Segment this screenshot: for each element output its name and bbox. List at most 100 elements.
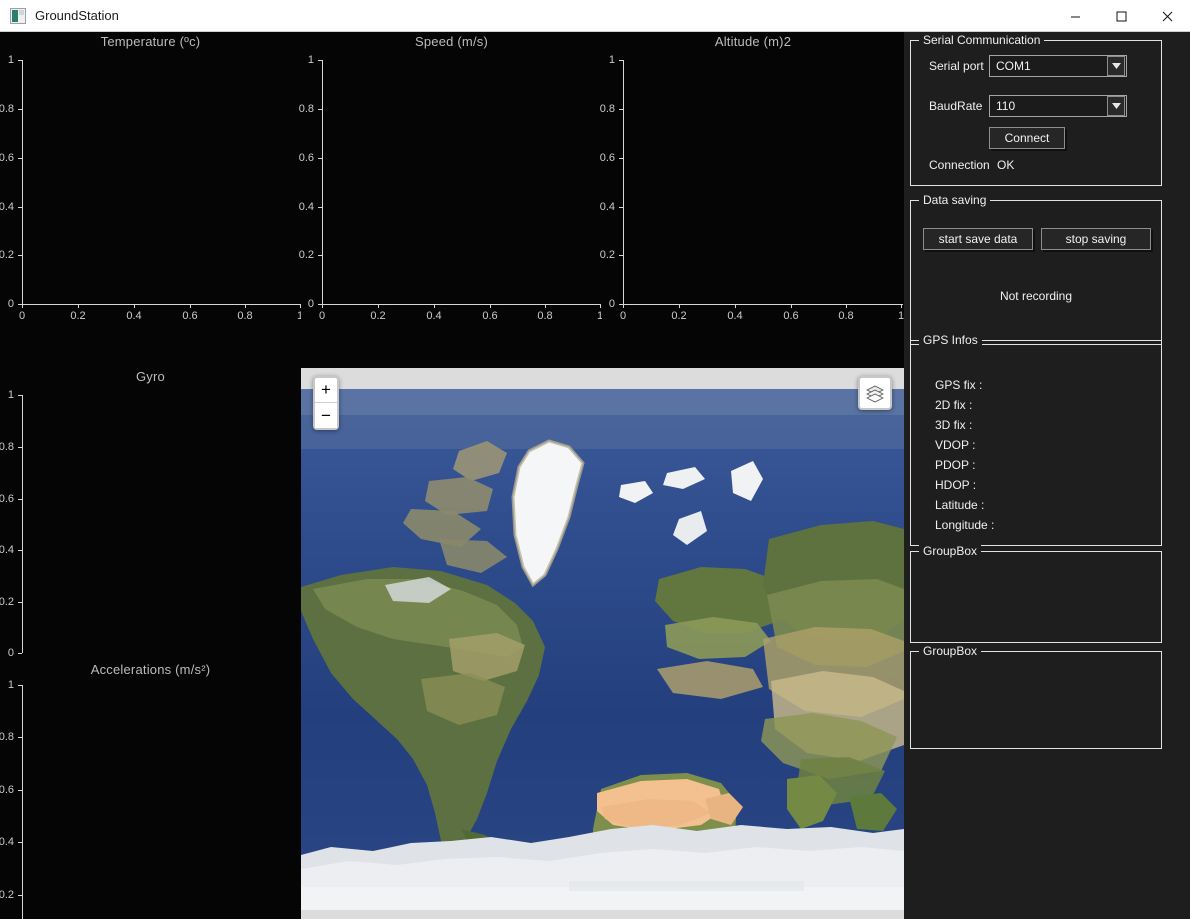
y-tick: 0.6	[0, 493, 14, 505]
y-tick: 1	[7, 389, 14, 401]
serial-port-select[interactable]: COM1	[989, 55, 1127, 77]
x-tick: 0.8	[537, 310, 553, 322]
plot-gyro: Gyro 1 0.8 0.6 0.4 0.2 0	[0, 367, 301, 659]
close-icon[interactable]	[1144, 0, 1190, 32]
serial-port-label: Serial port	[929, 59, 984, 73]
connection-status: OK	[997, 158, 1015, 172]
data-saving-group: Data saving start save data stop saving …	[910, 193, 1162, 345]
plot-temperature: Temperature (ºc) 1 0.8 0.6 0.4 0.2 0 0 0…	[0, 32, 303, 336]
y-tick: 0.8	[0, 441, 14, 453]
baudrate-label: BaudRate	[929, 99, 983, 113]
y-tick: 0.2	[599, 249, 615, 261]
x-tick: 0.2	[370, 310, 386, 322]
y-tick: 0.4	[599, 201, 615, 213]
y-tick: 0.2	[0, 889, 14, 901]
group-title: GPS Infos	[919, 333, 982, 347]
y-tick: 0	[608, 298, 615, 310]
y-tick: 1	[7, 679, 14, 691]
y-tick: 0.8	[599, 103, 615, 115]
recording-status: Not recording	[999, 289, 1073, 303]
y-tick: 0.2	[0, 249, 14, 261]
y-tick: 0.4	[298, 201, 314, 213]
control-panel: Serial Communication Serial port COM1 Ba…	[904, 32, 1190, 919]
x-tick: 0	[318, 310, 326, 322]
y-tick: 0.8	[0, 731, 14, 743]
gps-row-label: Latitude :	[935, 498, 985, 512]
plot-speed: Speed (m/s) 1 0.8 0.6 0.4 0.2 0 0 0.2 0.…	[299, 32, 603, 336]
plot-accelerations: Accelerations (m/s²) 1 0.8 0.6 0.4 0.2 0	[0, 657, 301, 919]
gps-row-label: HDOP :	[935, 478, 977, 492]
group-title: Serial Communication	[919, 33, 1045, 47]
y-tick: 0.6	[298, 152, 314, 164]
x-tick: 0	[18, 310, 26, 322]
y-tick: 0.8	[0, 103, 14, 115]
group-title: Data saving	[919, 193, 991, 207]
connection-label: Connection	[929, 158, 990, 172]
serial-communication-group: Serial Communication Serial port COM1 Ba…	[910, 33, 1162, 186]
x-tick: 0.4	[426, 310, 442, 322]
maximize-icon[interactable]	[1098, 0, 1144, 32]
baudrate-value: 110	[996, 99, 1016, 113]
window-title: GroundStation	[35, 8, 119, 23]
plot-title: Accelerations (m/s²)	[90, 662, 211, 677]
layers-icon[interactable]	[858, 376, 892, 410]
y-tick: 0	[7, 298, 14, 310]
x-tick: 0.4	[126, 310, 142, 322]
x-tick: 0.2	[70, 310, 86, 322]
map-widget[interactable]: + − Leaflet | Google Map	[301, 368, 904, 919]
y-tick: 1	[7, 54, 14, 66]
y-tick: 0.6	[0, 152, 14, 164]
gps-row-label: 3D fix :	[935, 418, 973, 432]
groupbox-2: GroupBox	[910, 644, 1162, 749]
y-tick: 0	[307, 298, 314, 310]
plot-title: Temperature (ºc)	[100, 34, 201, 49]
x-tick: 0	[619, 310, 627, 322]
zoom-in-button[interactable]: +	[315, 378, 337, 403]
group-title: GroupBox	[919, 644, 982, 658]
y-tick: 0.4	[0, 836, 14, 848]
x-tick: 0.2	[671, 310, 687, 322]
window-controls	[1052, 0, 1190, 32]
y-tick: 0.8	[298, 103, 314, 115]
x-tick: 0.6	[482, 310, 498, 322]
world-map-graphic	[301, 389, 904, 910]
map-zoom-controls[interactable]: + −	[313, 376, 339, 430]
y-tick: 1	[307, 54, 314, 66]
x-tick: 0.8	[237, 310, 253, 322]
map-tiles[interactable]	[301, 389, 904, 910]
baudrate-select[interactable]: 110	[989, 95, 1127, 117]
plot-title: Altitude (m)2	[714, 34, 792, 49]
y-tick: 0.4	[0, 201, 14, 213]
y-tick: 0.2	[298, 249, 314, 261]
y-tick: 1	[608, 54, 615, 66]
x-tick: 0.8	[838, 310, 854, 322]
gps-row-label: Longitude :	[935, 518, 995, 532]
serial-port-value: COM1	[996, 59, 1031, 73]
gps-row-label: 2D fix :	[935, 398, 973, 412]
chevron-down-icon[interactable]	[1107, 56, 1125, 76]
chevron-down-icon[interactable]	[1107, 96, 1125, 116]
y-tick: 0.6	[599, 152, 615, 164]
gps-row-label: GPS fix :	[935, 378, 983, 392]
start-save-data-button[interactable]: start save data	[923, 228, 1033, 250]
plots-and-map-area: Temperature (ºc) 1 0.8 0.6 0.4 0.2 0 0 0…	[0, 32, 904, 919]
plot-title: Gyro	[136, 369, 165, 384]
y-tick: 0.6	[0, 784, 14, 796]
group-title: GroupBox	[919, 544, 982, 558]
gps-row-label: VDOP :	[935, 438, 976, 452]
groupbox-1: GroupBox	[910, 544, 1162, 643]
y-tick: 0.2	[0, 596, 14, 608]
stop-saving-button[interactable]: stop saving	[1041, 228, 1151, 250]
window-titlebar: GroundStation	[0, 0, 1190, 32]
x-tick: 0.6	[182, 310, 198, 322]
x-tick: 0.6	[783, 310, 799, 322]
plot-altitude: Altitude (m)2 1 0.8 0.6 0.4 0.2 0 0 0.2 …	[600, 32, 904, 336]
minimize-icon[interactable]	[1052, 0, 1098, 32]
gps-infos-group: GPS Infos GPS fix : 2D fix : 3D fix : VD…	[910, 333, 1162, 546]
plot-title: Speed (m/s)	[414, 34, 488, 49]
zoom-out-button[interactable]: −	[315, 403, 337, 428]
app-icon	[10, 7, 26, 24]
x-tick: 0.4	[727, 310, 743, 322]
connect-button[interactable]: Connect	[989, 127, 1065, 149]
y-tick: 0.4	[0, 544, 14, 556]
